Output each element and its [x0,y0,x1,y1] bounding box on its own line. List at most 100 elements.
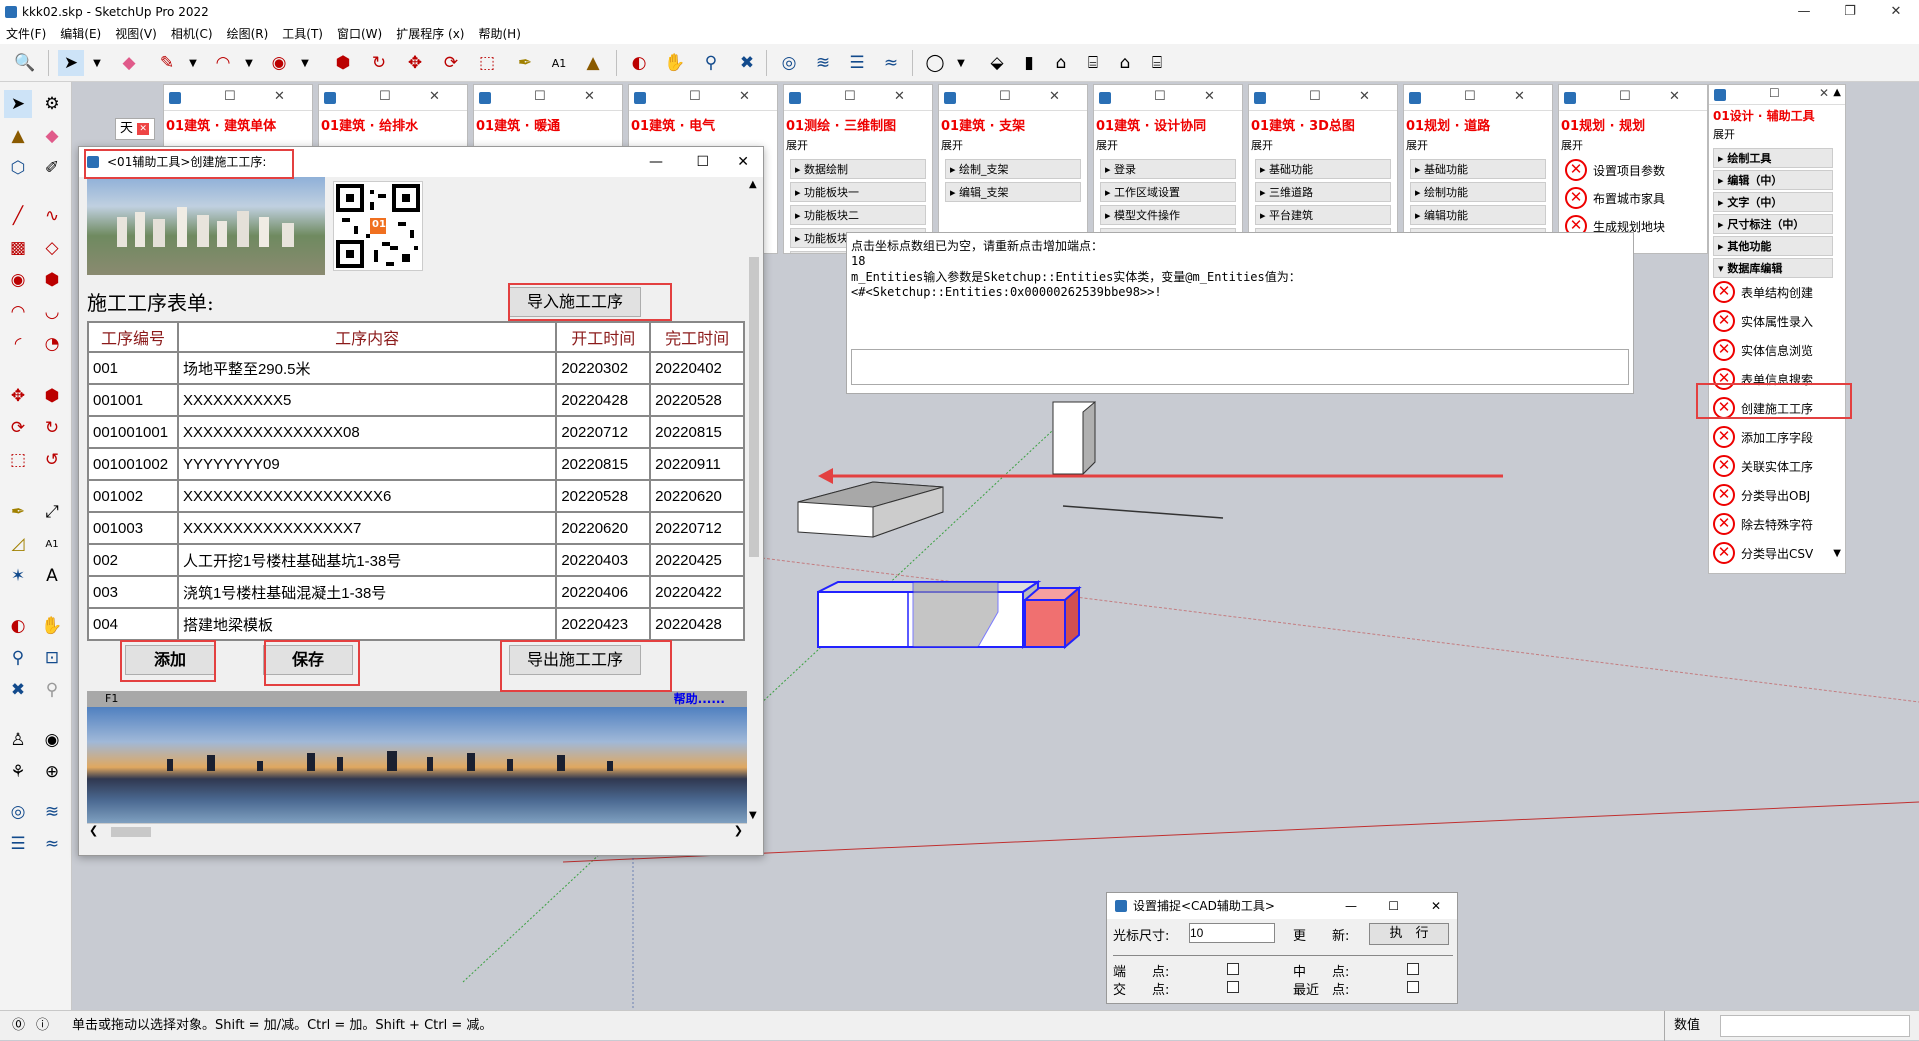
line-icon[interactable]: ✎ [154,50,180,76]
zoom-tool-icon[interactable]: ⚲ [698,50,724,76]
table-cell[interactable]: 20220425 [649,543,745,577]
panel-item[interactable]: ▸ 工作区域设置 [1100,182,1236,202]
table-cell[interactable]: 20220422 [649,575,745,609]
panel-item[interactable]: ▸ 功能板块一 [790,182,926,202]
scroll-left-icon[interactable]: ❮ [89,824,98,837]
shape-dropdown-icon[interactable]: ▼ [292,50,318,76]
table-cell[interactable]: XXXXXXXXXX5 [176,383,558,417]
table-cell[interactable]: 004 [87,607,179,641]
right-panel-tool-button[interactable]: ✕ 分类导出CSV [1713,541,1841,565]
account-icon[interactable]: ◯ [922,50,948,76]
arc-icon[interactable]: ◠ [210,50,236,76]
table-cell[interactable]: 20220712 [555,415,652,449]
table-cell[interactable]: 20220403 [555,543,652,577]
arc2-icon[interactable]: ◡ [38,298,66,326]
right-panel-item[interactable]: ▸ 尺寸标注（中） [1713,214,1833,234]
line-dropdown-icon[interactable]: ▼ [180,50,206,76]
panel-close-icon[interactable]: ✕ [739,89,750,104]
panel-restore-icon[interactable]: ☐ [1769,86,1780,100]
paint-tool-icon[interactable]: ▲ [4,122,32,150]
dialog-maximize-icon[interactable]: ☐ [696,147,709,177]
panel-close-icon[interactable]: ✕ [584,89,595,104]
right-panel-tool-button[interactable]: ✕ 关联实体工序 [1713,454,1841,478]
right-panel-item[interactable]: ▸ 文字（中） [1713,192,1833,212]
table-cell[interactable]: 001002 [87,479,179,513]
endpoint-checkbox[interactable] [1227,963,1239,975]
panel-item[interactable]: ▸ 数据绘制 [790,159,926,179]
table-cell[interactable]: 20220428 [649,607,745,641]
panel-restore-icon[interactable]: ☐ [689,89,701,104]
right-panel-tool-button[interactable]: ✕ 实体属性录入 [1713,309,1841,333]
scale-tool-icon[interactable]: ⬚ [4,446,32,474]
panel-restore-icon[interactable]: ☐ [844,89,856,104]
select-icon[interactable]: ➤ [58,50,84,76]
table-row[interactable]: 004 搭建地梁模板 20220423 20220428 [87,607,745,641]
panel-expand[interactable]: 展开 [784,136,932,159]
paint-bucket-icon[interactable]: ▲ [580,50,606,76]
table-row[interactable]: 001 场地平整至290.5米 20220302 20220402 [87,351,745,385]
table-cell[interactable]: 20220428 [555,383,652,417]
tray-close-icon[interactable]: ✕ [137,122,150,135]
rotate-icon[interactable]: ⟳ [438,50,464,76]
zoom-icon[interactable]: 🔍 [12,50,38,76]
component-icon[interactable]: ⚙ [38,90,66,118]
table-row[interactable]: 002 人工开挖1号楼柱基础基坑1-38号 20220403 20220425 [87,543,745,577]
geo-location-icon[interactable]: ⓪ [12,1011,25,1041]
panel-expand[interactable]: 展开 [1404,136,1552,159]
protractor-icon[interactable]: ◿ [4,530,32,558]
pan-icon[interactable]: ✋ [662,50,688,76]
table-cell[interactable]: 001003 [87,511,179,545]
info-icon[interactable]: ⓘ [36,1011,49,1041]
panel-close-icon[interactable]: ✕ [1359,89,1370,104]
arc-tool-icon[interactable]: ◠ [4,298,32,326]
section-plane-icon[interactable]: ⊕ [38,758,66,786]
previous-view-icon[interactable]: ⚲ [38,676,66,704]
select-dropdown-icon[interactable]: ▼ [84,50,110,76]
table-cell[interactable]: 001 [87,351,179,385]
right-panel-item[interactable]: ▸ 编辑（中） [1713,170,1833,190]
pushpull-tool-icon[interactable]: ⬢ [38,382,66,410]
panel-expand[interactable]: 展开 [1249,136,1397,159]
table-cell[interactable]: 20220406 [555,575,652,609]
eraser-icon[interactable]: ◆ [116,50,142,76]
right-panel-tool-button[interactable]: ✕ 表单结构创建 [1713,280,1841,304]
menu-camera[interactable]: 相机(C) [171,24,213,44]
panel-item[interactable]: ▸ 模型文件操作 [1100,205,1236,225]
scroll-up-icon[interactable]: ▲ [749,179,757,190]
3d-text-icon[interactable]: A [38,562,66,590]
table-cell[interactable]: 20220815 [555,447,652,481]
right-panel-expand[interactable]: 展开 [1709,126,1845,148]
table-cell[interactable]: 20220528 [555,479,652,513]
warehouse-icon[interactable]: ◎ [776,50,802,76]
table-cell[interactable]: 001001002 [87,447,179,481]
right-panel-tool-button[interactable]: ✕ 除去特殊字符 [1713,512,1841,536]
panel-tool-button[interactable]: ✕ 设置项目参数 [1565,159,1701,181]
panel-item[interactable]: ▸ 绘制_支架 [945,159,1081,179]
tape-measure-icon[interactable]: ✒ [512,50,538,76]
scroll-down-icon[interactable]: ▼ [1833,548,1841,559]
horizontal-scrollbar[interactable]: ❮ ❯ [87,823,747,839]
menu-window[interactable]: 窗口(W) [337,24,382,44]
panel-item[interactable]: ▸ 编辑_支架 [945,182,1081,202]
scroll-thumb[interactable] [111,827,151,837]
pie-icon[interactable]: ◔ [38,330,66,358]
push-pull-icon[interactable]: ⬢ [330,50,356,76]
table-row[interactable]: 001001 XXXXXXXXXX5 20220428 20220528 [87,383,745,417]
move-icon[interactable]: ✥ [402,50,428,76]
table-row[interactable]: 003 浇筑1号楼柱基础混凝土1-38号 20220406 20220422 [87,575,745,609]
table-cell[interactable]: YYYYYYYY09 [176,447,558,481]
text-tool-icon[interactable]: A1 [38,530,66,558]
iso-view-icon[interactable]: ⬙ [984,50,1010,76]
snap-maximize-icon[interactable]: ☐ [1388,893,1399,919]
warehouse2-icon[interactable]: ◎ [4,798,32,826]
zoom-tool2-icon[interactable]: ⚲ [4,644,32,672]
arc3-icon[interactable]: ◜ [4,330,32,358]
layers-icon[interactable]: ☰ [844,50,870,76]
scroll-right-icon[interactable]: ❯ [734,824,743,837]
panel-close-icon[interactable]: ✕ [894,89,905,104]
right-panel-item[interactable]: ▸ 绘制工具 [1713,148,1833,168]
line-tool-icon[interactable]: ╱ [4,202,32,230]
arc-dropdown-icon[interactable]: ▼ [236,50,262,76]
table-cell[interactable]: 20220712 [649,511,745,545]
position-camera-icon[interactable]: ♙ [4,726,32,754]
